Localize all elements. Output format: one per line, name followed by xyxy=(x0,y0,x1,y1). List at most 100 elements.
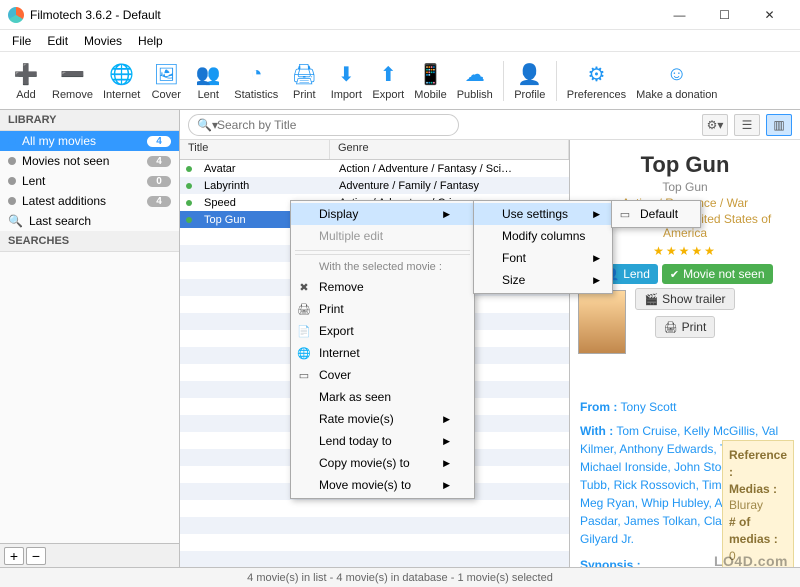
menu-edit[interactable]: Edit xyxy=(39,32,76,50)
chevron-right-icon: ▶ xyxy=(443,436,450,447)
context-menu-item-font[interactable]: Font▶ xyxy=(474,247,624,269)
table-row[interactable]: AvatarAction / Adventure / Fantasy / Sci… xyxy=(180,160,569,177)
context-menu-header: With the selected movie : xyxy=(291,258,474,276)
minimize-button[interactable]: — xyxy=(657,0,702,30)
publish-icon: ☁ xyxy=(461,60,489,88)
context-menu-item-move-movie-s-to[interactable]: Move movie(s) to▶ xyxy=(291,474,474,496)
settings-gear-button[interactable]: ⚙▾ xyxy=(702,114,728,136)
toolbar-label: Statistics xyxy=(234,89,278,101)
menu-item-icon: 📄 xyxy=(297,325,311,338)
detail-print-button[interactable]: 🖨 Print xyxy=(655,316,716,338)
profile-icon: 👤 xyxy=(516,60,544,88)
movie-not-seen-button[interactable]: ✔ Movie not seen xyxy=(662,264,773,284)
toolbar-statistics-button[interactable]: ◔Statistics xyxy=(230,58,282,103)
print-icon: 🖨 xyxy=(290,60,318,88)
close-button[interactable]: ✕ xyxy=(747,0,792,30)
maximize-button[interactable]: ☐ xyxy=(702,0,747,30)
toolbar-lent-button[interactable]: 👥Lent xyxy=(188,58,228,103)
toolbar-internet-button[interactable]: 🌐Internet xyxy=(99,58,144,103)
sidebar-item-movies-not-seen[interactable]: Movies not seen4 xyxy=(0,151,179,171)
menu-item-label: Lend today to xyxy=(319,434,392,448)
search-box[interactable]: 🔍▾ xyxy=(188,114,459,136)
statusbar: 4 movie(s) in list - 4 movie(s) in datab… xyxy=(0,567,800,587)
context-menu-item-cover[interactable]: ▭Cover xyxy=(291,364,474,386)
view-list-button[interactable]: ☰ xyxy=(734,114,760,136)
context-menu-item-modify-columns[interactable]: Modify columns xyxy=(474,225,624,247)
context-menu-item-internet[interactable]: 🌐Internet xyxy=(291,342,474,364)
menubar: File Edit Movies Help xyxy=(0,30,800,52)
toolbar-make-a-donation-button[interactable]: ☺Make a donation xyxy=(632,58,721,103)
menu-help[interactable]: Help xyxy=(130,32,171,50)
context-menu-item-export[interactable]: 📄 Export xyxy=(291,320,474,342)
menu-file[interactable]: File xyxy=(4,32,39,50)
chevron-right-icon: ▶ xyxy=(593,275,600,286)
menu-item-label: Multiple edit xyxy=(319,229,383,243)
sidebar-item-label: All my movies xyxy=(22,134,141,148)
toolbar-print-button[interactable]: 🖨Print xyxy=(284,58,324,103)
toolbar-remove-button[interactable]: ➖Remove xyxy=(48,58,97,103)
toolbar-mobile-button[interactable]: 📱Mobile xyxy=(410,58,450,103)
sidebar-item-last-search[interactable]: 🔍 Last search xyxy=(0,211,179,231)
context-menu-separator xyxy=(295,254,470,255)
mobile-icon: 📱 xyxy=(417,60,445,88)
window-title: Filmotech 3.6.2 - Default xyxy=(30,8,657,22)
statistics-icon: ◔ xyxy=(242,60,270,88)
sidebar-item-all-my-movies[interactable]: All my movies 4 xyxy=(0,131,179,151)
director-link[interactable]: Tony Scott xyxy=(620,400,676,414)
chevron-right-icon: ▶ xyxy=(443,458,450,469)
show-trailer-button[interactable]: 🎬 Show trailer xyxy=(635,288,734,310)
sidebar-item-label: Last search xyxy=(29,214,171,228)
toolbar-preferences-button[interactable]: ⚙Preferences xyxy=(563,58,630,103)
row-status-dot-icon xyxy=(186,200,192,206)
sidebar-item-lent[interactable]: Lent0 xyxy=(0,171,179,191)
search-input[interactable] xyxy=(217,115,448,135)
toolbar-label: Internet xyxy=(103,89,140,101)
search-icon: 🔍▾ xyxy=(197,118,218,132)
search-row: 🔍▾ ⚙▾ ☰ ▥ xyxy=(180,110,800,140)
context-menu-item-rate-movie-s-[interactable]: Rate movie(s)▶ xyxy=(291,408,474,430)
toolbar-separator xyxy=(503,61,504,101)
menu-item-label: Size xyxy=(502,273,525,287)
menu-item-label: Export xyxy=(319,324,354,338)
context-menu-item-print[interactable]: 🖨Print xyxy=(291,298,474,320)
count-badge: 0 xyxy=(147,176,171,187)
toolbar-cover-button[interactable]: 🖼Cover xyxy=(146,58,186,103)
menu-item-label: Copy movie(s) to xyxy=(319,456,410,470)
add-icon: ➕ xyxy=(12,60,40,88)
movie-poster xyxy=(578,290,626,354)
toolbar-publish-button[interactable]: ☁Publish xyxy=(453,58,497,103)
context-menu-item-default[interactable]: ▭Default xyxy=(612,203,762,225)
sidebar-item-latest-additions[interactable]: Latest additions4 xyxy=(0,191,179,211)
table-row[interactable]: LabyrinthAdventure / Family / Fantasy xyxy=(180,177,569,194)
menu-item-label: Display xyxy=(319,207,358,221)
view-details-button[interactable]: ▥ xyxy=(766,114,792,136)
toolbar-export-button[interactable]: ⬆Export xyxy=(368,58,408,103)
context-menu-item-size[interactable]: Size ▶ xyxy=(474,269,624,291)
from-label: From : xyxy=(580,400,617,414)
remove-playlist-button[interactable]: − xyxy=(26,547,46,565)
search-icon: 🔍 xyxy=(8,214,23,228)
column-header-genre[interactable]: Genre xyxy=(330,140,569,159)
context-menu-item-remove[interactable]: ✖Remove xyxy=(291,276,474,298)
toolbar-separator xyxy=(556,61,557,101)
preferences-icon: ⚙ xyxy=(582,60,610,88)
menu-item-label: Font xyxy=(502,251,526,265)
export-icon: ⬆ xyxy=(374,60,402,88)
toolbar-add-button[interactable]: ➕Add xyxy=(6,58,46,103)
menu-item-label: Move movie(s) to xyxy=(319,478,411,492)
add-playlist-button[interactable]: + xyxy=(4,547,24,565)
toolbar-import-button[interactable]: ⬇Import xyxy=(326,58,366,103)
library-header: LIBRARY xyxy=(0,110,179,131)
menu-movies[interactable]: Movies xyxy=(76,32,130,50)
context-menu-item-lend-today-to[interactable]: Lend today to ▶ xyxy=(291,430,474,452)
status-dot-icon xyxy=(8,137,16,145)
context-menu-item-use-settings[interactable]: Use settings▶ xyxy=(474,203,624,225)
count-badge: 4 xyxy=(147,136,171,147)
column-header-title[interactable]: Title xyxy=(180,140,330,159)
row-genre: Adventure / Family / Fantasy xyxy=(331,180,569,192)
context-menu-item-mark-as-seen[interactable]: Mark as seen xyxy=(291,386,474,408)
toolbar-profile-button[interactable]: 👤Profile xyxy=(510,58,550,103)
context-menu-item-multiple-edit: Multiple edit xyxy=(291,225,474,247)
context-menu-item-display[interactable]: Display▶ xyxy=(291,203,474,225)
context-menu-item-copy-movie-s-to[interactable]: Copy movie(s) to ▶ xyxy=(291,452,474,474)
